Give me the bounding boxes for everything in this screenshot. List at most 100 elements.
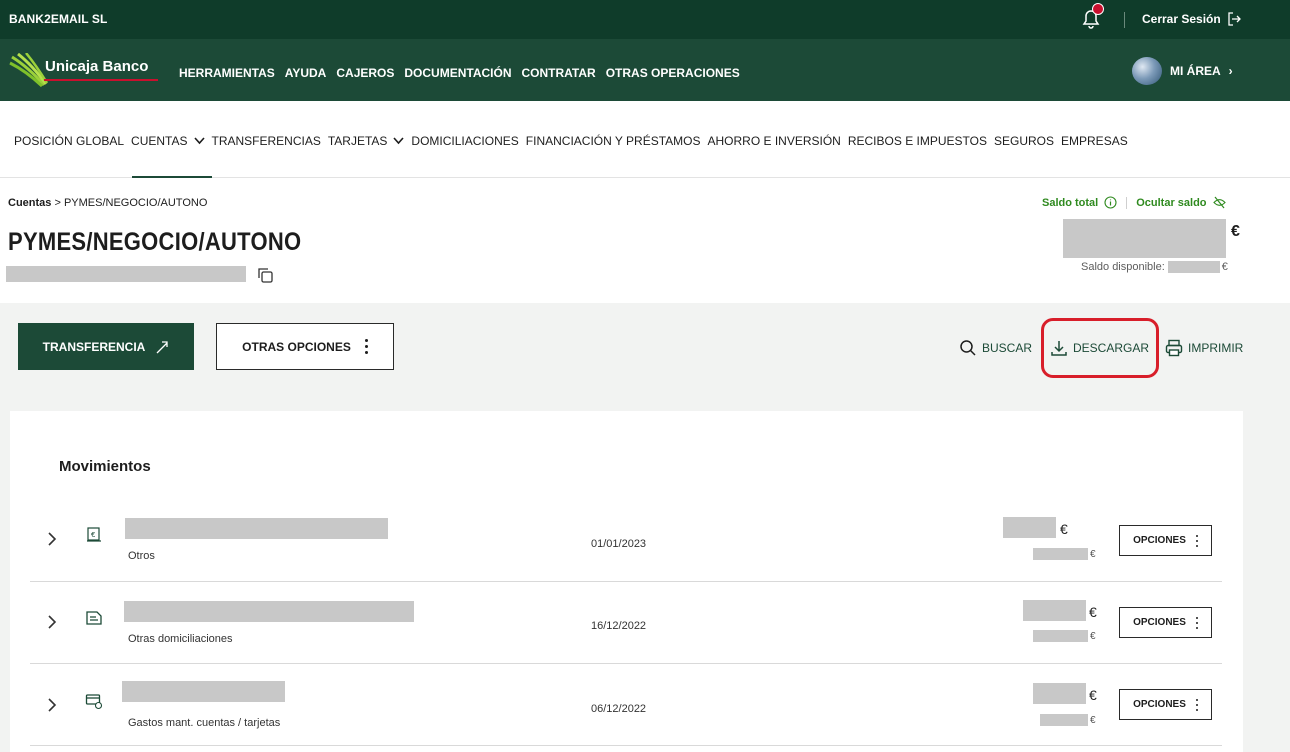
breadcrumb: Cuentas > PYMES/NEGOCIO/AUTONO [8, 197, 207, 209]
ocultar-saldo-link[interactable]: Ocultar saldo [1136, 197, 1206, 209]
sub-nav: POSICIÓN GLOBAL CUENTAS TRANSFERENCIAS T… [0, 101, 1290, 178]
divider [1126, 196, 1128, 209]
concept-redacted [124, 601, 414, 622]
info-icon[interactable] [1104, 196, 1117, 209]
balance-after-currency: € [1090, 715, 1096, 726]
chevron-down-icon [193, 137, 205, 145]
logo-wordmark: Unicaja Banco [45, 58, 149, 75]
tab-seguros[interactable]: SEGUROS [994, 134, 1054, 148]
search-icon [960, 340, 976, 356]
mi-area-button[interactable]: MI ÁREA › [1132, 57, 1233, 85]
imprimir-button[interactable]: IMPRIMIR [1165, 339, 1243, 357]
chevron-down-icon [393, 137, 405, 145]
category-label: Otros [128, 550, 155, 562]
opciones-button[interactable]: OPCIONES [1119, 607, 1212, 638]
chevron-right-icon[interactable] [46, 531, 58, 547]
account-header: Cuentas > PYMES/NEGOCIO/AUTONO PYMES/NEG… [0, 178, 1290, 303]
transferencia-button[interactable]: TRANSFERENCIA [18, 323, 194, 370]
imprimir-label: IMPRIMIR [1188, 341, 1244, 355]
chevron-right-icon[interactable] [46, 614, 58, 630]
saldo-disponible-redacted [1167, 261, 1220, 273]
category-label: Otras domiciliaciones [128, 633, 233, 645]
nav-cajeros[interactable]: CAJEROS [336, 66, 394, 80]
tab-posicion-global[interactable]: POSICIÓN GLOBAL [14, 134, 124, 148]
tab-ahorro[interactable]: AHORRO E INVERSIÓN [707, 134, 840, 148]
balance-after-redacted [1040, 714, 1088, 726]
card-fee-icon [85, 694, 103, 710]
tab-tarjetas[interactable]: TARJETAS [328, 134, 405, 148]
breadcrumb-root[interactable]: Cuentas [8, 197, 51, 209]
kebab-icon [364, 339, 368, 354]
tab-recibos[interactable]: RECIBOS E IMPUESTOS [848, 134, 987, 148]
tab-cuentas[interactable]: CUENTAS [131, 134, 205, 148]
buscar-label: BUSCAR [982, 341, 1033, 355]
brand-bar: Unicaja Banco HERRAMIENTAS AYUDA CAJEROS… [0, 39, 1290, 101]
breadcrumb-current: PYMES/NEGOCIO/AUTONO [63, 197, 208, 209]
table-row[interactable]: € Otros 01/01/2023 € € OPCIONES [30, 500, 1222, 582]
opciones-label: OPCIONES [1133, 617, 1186, 628]
avatar [1132, 57, 1162, 85]
breadcrumb-separator: > [51, 197, 64, 209]
nav-ayuda[interactable]: AYUDA [285, 66, 327, 80]
mi-area-label: MI ÁREA [1170, 64, 1221, 78]
page-title: PYMES/NEGOCIO/AUTONO [8, 228, 302, 256]
chevron-right-icon: › [1228, 64, 1233, 78]
amount-currency: € [1089, 604, 1097, 620]
date-label: 06/12/2022 [591, 703, 647, 715]
table-row[interactable]: Otras domiciliaciones 16/12/2022 € € OPC… [30, 582, 1222, 664]
balance-redacted [1063, 219, 1226, 258]
tab-domiciliaciones[interactable]: DOMICILIACIONES [411, 134, 518, 148]
logo-underline [44, 79, 158, 81]
saldo-disponible-currency: € [1221, 261, 1228, 273]
saldo-total-link[interactable]: Saldo total [1042, 197, 1098, 209]
main-nav: HERRAMIENTAS AYUDA CAJEROS DOCUMENTACIÓN… [179, 66, 740, 80]
transferencia-label: TRANSFERENCIA [42, 339, 146, 354]
saldo-disponible-label: Saldo disponible: [1081, 261, 1165, 273]
copy-icon[interactable] [256, 266, 274, 284]
logout-button[interactable]: Cerrar Sesión [1142, 12, 1241, 26]
arrow-diagonal-icon [156, 340, 168, 353]
chevron-right-icon[interactable] [46, 697, 58, 713]
balance-currency: € [1231, 223, 1240, 240]
account-number-redacted [6, 266, 246, 282]
otras-opciones-button[interactable]: OTRAS OPCIONES [216, 323, 394, 370]
opciones-button[interactable]: OPCIONES [1119, 525, 1212, 556]
movimientos-title: Movimientos [59, 458, 151, 475]
amount-redacted [1023, 600, 1086, 621]
amount-currency: € [1089, 687, 1097, 703]
company-name: BANK2EMAIL SL [9, 12, 108, 26]
kebab-icon [1195, 616, 1198, 629]
tab-financiacion[interactable]: FINANCIACIÓN Y PRÉSTAMOS [526, 134, 701, 148]
kebab-icon [1195, 534, 1198, 547]
opciones-label: OPCIONES [1133, 535, 1186, 546]
concept-redacted [125, 518, 388, 539]
concept-redacted [122, 681, 285, 702]
balance-after-currency: € [1090, 549, 1096, 560]
balance-after-currency: € [1090, 631, 1096, 642]
date-label: 16/12/2022 [591, 620, 647, 632]
eye-off-icon[interactable] [1212, 196, 1226, 209]
nav-otras-operaciones[interactable]: OTRAS OPERACIONES [606, 66, 740, 80]
date-label: 01/01/2023 [591, 538, 647, 550]
logout-label: Cerrar Sesión [1142, 12, 1221, 26]
opciones-button[interactable]: OPCIONES [1119, 689, 1212, 720]
tab-empresas[interactable]: EMPRESAS [1061, 134, 1128, 148]
top-bar: BANK2EMAIL SL Cerrar Sesión [0, 0, 1290, 39]
saldo-links: Saldo total Ocultar saldo [1042, 196, 1226, 209]
saldo-disponible: Saldo disponible: € [1081, 261, 1228, 273]
nav-documentacion[interactable]: DOCUMENTACIÓN [404, 66, 511, 80]
divider [1124, 12, 1125, 28]
receipt-icon [86, 611, 102, 625]
opciones-label: OPCIONES [1133, 699, 1186, 710]
amount-currency: € [1060, 521, 1068, 537]
svg-text:€: € [91, 531, 95, 539]
tab-transferencias[interactable]: TRANSFERENCIAS [212, 134, 321, 148]
balance-after-redacted [1033, 548, 1088, 560]
nav-herramientas[interactable]: HERRAMIENTAS [179, 66, 275, 80]
amount-redacted [1033, 683, 1086, 704]
buscar-button[interactable]: BUSCAR [959, 339, 1032, 357]
nav-contratar[interactable]: CONTRATAR [521, 66, 595, 80]
cash-icon: € [87, 527, 101, 542]
table-row[interactable]: Gastos mant. cuentas / tarjetas 06/12/20… [30, 664, 1222, 746]
highlight-annotation [1041, 318, 1159, 378]
